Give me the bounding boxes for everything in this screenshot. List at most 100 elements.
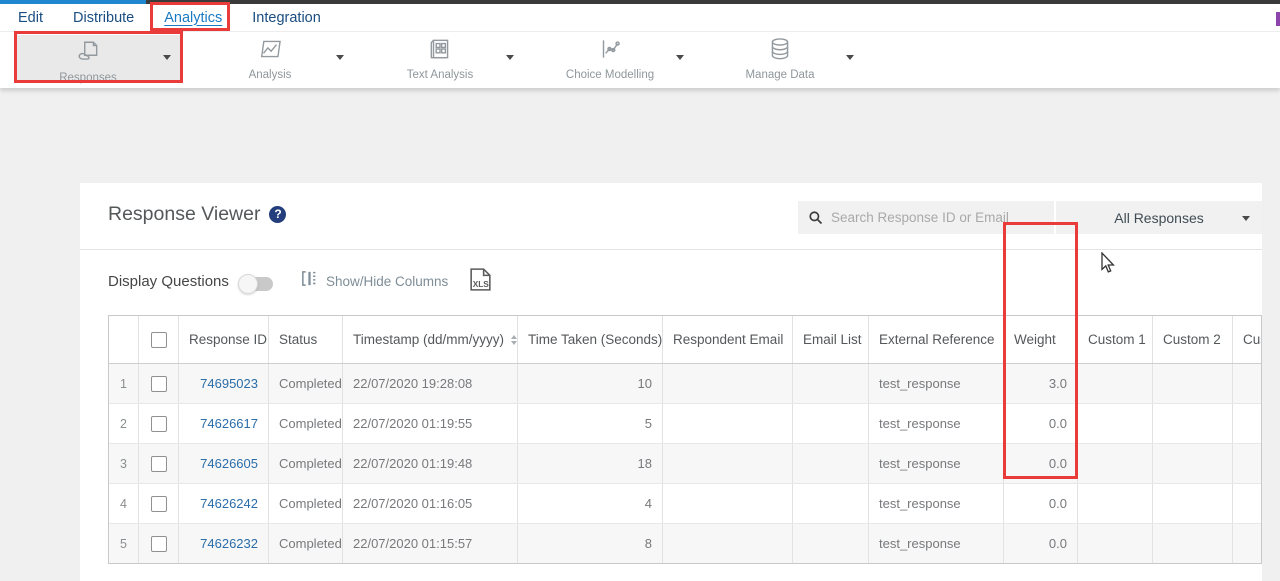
cell-num: 3: [109, 444, 139, 483]
clipped-edge-element: [1276, 12, 1280, 26]
column-header-checkbox[interactable]: [139, 316, 179, 363]
cell-custom1: [1078, 364, 1153, 403]
cell-weight: 3.0: [1004, 364, 1078, 403]
analysis-icon: [257, 36, 283, 67]
choice-modelling-dropdown-caret[interactable]: [676, 55, 684, 60]
cell-custom1: [1078, 484, 1153, 523]
svg-text:XLS: XLS: [473, 279, 490, 289]
cell-custom1: [1078, 444, 1153, 483]
text-analysis-icon: [427, 36, 453, 67]
column-header-label: External Reference: [879, 332, 995, 347]
cell-email_list: [793, 524, 869, 563]
cell-response_id: 74626605: [179, 444, 269, 483]
response-id-link[interactable]: 74626605: [200, 456, 258, 471]
cell-num: 2: [109, 404, 139, 443]
row-checkbox[interactable]: [151, 376, 167, 392]
cell-external_reference: test_response: [869, 404, 1004, 443]
cell-response_id: 74695023: [179, 364, 269, 403]
cell-status: Completed: [269, 404, 343, 443]
cell-custom3: [1233, 484, 1262, 523]
cell-timestamp: 22/07/2020 01:19:55: [343, 404, 518, 443]
table-row: 5 74626232 Completed22/07/2020 01:15:578 te…: [109, 524, 1261, 563]
column-header-custom1: Custom 1: [1078, 316, 1153, 363]
search-box: [798, 201, 1054, 234]
toolbar-item-analysis[interactable]: Analysis: [210, 36, 330, 81]
toolbar-item-text-analysis[interactable]: Text Analysis: [380, 36, 500, 81]
column-header-status: Status: [269, 316, 343, 363]
cell-timestamp: 22/07/2020 01:16:05: [343, 484, 518, 523]
cell-checkbox: [139, 484, 179, 523]
cell-status: Completed: [269, 484, 343, 523]
nav-tab-distribute[interactable]: Distribute: [73, 10, 134, 26]
column-header-label: Email List: [803, 332, 862, 347]
cell-respondent_email: [663, 524, 793, 563]
cell-response_id: 74626232: [179, 524, 269, 563]
cell-weight: 0.0: [1004, 484, 1078, 523]
cell-custom3: [1233, 404, 1262, 443]
header-divider: [80, 249, 1262, 250]
help-icon[interactable]: ?: [269, 206, 286, 223]
search-icon: [808, 210, 823, 225]
cell-num: 5: [109, 524, 139, 563]
response-id-link[interactable]: 74626232: [200, 536, 258, 551]
row-checkbox[interactable]: [151, 456, 167, 472]
select-all-checkbox[interactable]: [151, 332, 167, 348]
cell-external_reference: test_response: [869, 364, 1004, 403]
column-header-label: Status: [279, 332, 317, 347]
export-xls-button[interactable]: XLS: [468, 266, 493, 298]
nav-tab-integration[interactable]: Integration: [252, 10, 321, 26]
table-header-row: Response ID Status Timestamp (dd/mm/yyyy)T…: [109, 316, 1261, 364]
cell-custom1: [1078, 524, 1153, 563]
display-questions-toggle[interactable]: [240, 277, 273, 291]
toolbar-item-choice-modelling[interactable]: Choice Modelling: [550, 36, 670, 81]
nav-tab-edit[interactable]: Edit: [18, 10, 43, 26]
cell-time_taken: 10: [518, 364, 663, 403]
row-checkbox[interactable]: [151, 496, 167, 512]
cell-timestamp: 22/07/2020 01:15:57: [343, 524, 518, 563]
cell-timestamp: 22/07/2020 01:19:48: [343, 444, 518, 483]
manage-data-dropdown-caret[interactable]: [846, 55, 854, 60]
cell-custom1: [1078, 404, 1153, 443]
show-hide-columns-button[interactable]: Show/Hide Columns: [326, 274, 448, 289]
row-checkbox[interactable]: [151, 536, 167, 552]
cell-checkbox: [139, 444, 179, 483]
column-header-response_id[interactable]: Response ID: [179, 316, 269, 363]
cell-time_taken: 8: [518, 524, 663, 563]
row-checkbox[interactable]: [151, 416, 167, 432]
cell-checkbox: [139, 524, 179, 563]
toolbar-item-responses[interactable]: Responses: [28, 39, 148, 84]
main-nav: Edit Distribute Analytics Integration: [0, 4, 1280, 32]
response-id-link[interactable]: 74695023: [200, 376, 258, 391]
responses-dropdown-caret[interactable]: [163, 55, 171, 60]
cell-num: 1: [109, 364, 139, 403]
cell-email_list: [793, 404, 869, 443]
cell-custom2: [1153, 524, 1233, 563]
row-number: 3: [120, 457, 127, 471]
cell-external_reference: test_response: [869, 524, 1004, 563]
toolbar-item-manage-data[interactable]: Manage Data: [720, 36, 840, 81]
cell-respondent_email: [663, 364, 793, 403]
column-header-num: [109, 316, 139, 363]
analysis-dropdown-caret[interactable]: [336, 55, 344, 60]
column-header-time_taken[interactable]: Time Taken (Seconds): [518, 316, 663, 363]
column-header-label: Weight: [1014, 332, 1056, 347]
text-analysis-dropdown-caret[interactable]: [506, 55, 514, 60]
page-title: Response Viewer: [108, 203, 260, 226]
table-row: 374626605Completed22/07/2020 01:19:4818t…: [109, 444, 1261, 484]
sort-icon[interactable]: [511, 335, 517, 345]
responses-icon: [75, 39, 101, 70]
column-header-custom3: Cus: [1233, 316, 1262, 363]
cell-status: Completed: [269, 524, 343, 563]
response-filter-dropdown[interactable]: All Responses: [1056, 201, 1262, 234]
choice-modelling-icon: [597, 36, 623, 67]
response-id-link[interactable]: 74626617: [200, 416, 258, 431]
response-viewer-panel: Response Viewer ? All Responses Display …: [80, 183, 1262, 581]
search-input[interactable]: [831, 210, 1044, 225]
analytics-toolbar: Responses Analysis Text Analysis Choice …: [0, 32, 1280, 88]
cell-time_taken: 5: [518, 404, 663, 443]
column-header-timestamp[interactable]: Timestamp (dd/mm/yyyy): [343, 316, 518, 363]
filter-dropdown-caret: [1242, 216, 1250, 221]
response-id-link[interactable]: 74626242: [200, 496, 258, 511]
nav-tab-analytics[interactable]: Analytics: [164, 10, 222, 26]
show-hide-columns-icon[interactable]: [300, 269, 319, 293]
